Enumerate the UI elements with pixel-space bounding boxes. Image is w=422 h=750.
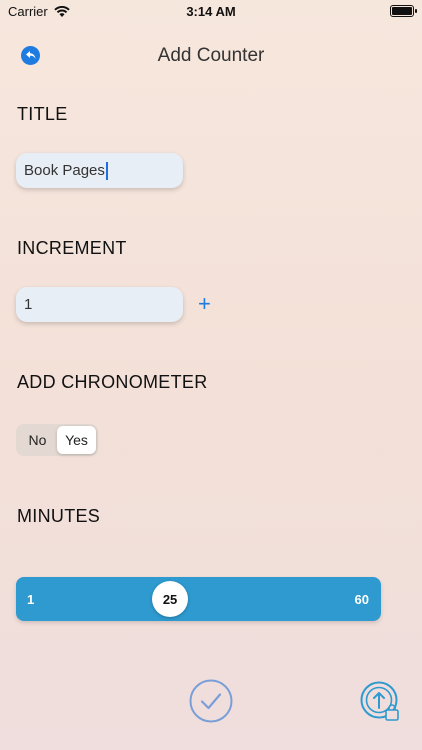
navigation-bar: Add Counter: [0, 38, 422, 74]
confirm-button[interactable]: [189, 679, 233, 723]
slider-thumb[interactable]: 25: [152, 581, 189, 617]
minutes-slider[interactable]: 1 60 25: [16, 577, 381, 621]
page-title: Add Counter: [157, 45, 265, 66]
text-caret: [105, 161, 108, 180]
title-label: TITLE: [17, 104, 68, 124]
status-bar: Carrier 3:14 AM: [0, 0, 422, 22]
increment-plus-button[interactable]: +: [198, 293, 211, 315]
increment-label: INCREMENT: [17, 238, 127, 258]
chronometer-option-no[interactable]: No: [18, 426, 57, 454]
title-input-value: Book Pages: [24, 162, 105, 179]
slider-min-label: 1: [27, 592, 35, 607]
minutes-label: MINUTES: [17, 506, 101, 526]
share-button[interactable]: [360, 681, 402, 723]
upload-bag-icon: [360, 681, 399, 721]
status-time: 3:14 AM: [186, 4, 236, 19]
chronometer-label: ADD CHRONOMETER: [17, 372, 208, 392]
battery-icon: [390, 5, 417, 17]
title-input[interactable]: Book Pages: [16, 153, 183, 188]
chronometer-toggle: No Yes: [16, 424, 98, 456]
checkmark-circle-icon: [189, 679, 233, 723]
increment-input[interactable]: 1: [16, 287, 183, 322]
increment-input-value: 1: [24, 296, 33, 313]
chronometer-option-yes[interactable]: Yes: [57, 426, 96, 454]
slider-max-label: 60: [354, 592, 369, 607]
